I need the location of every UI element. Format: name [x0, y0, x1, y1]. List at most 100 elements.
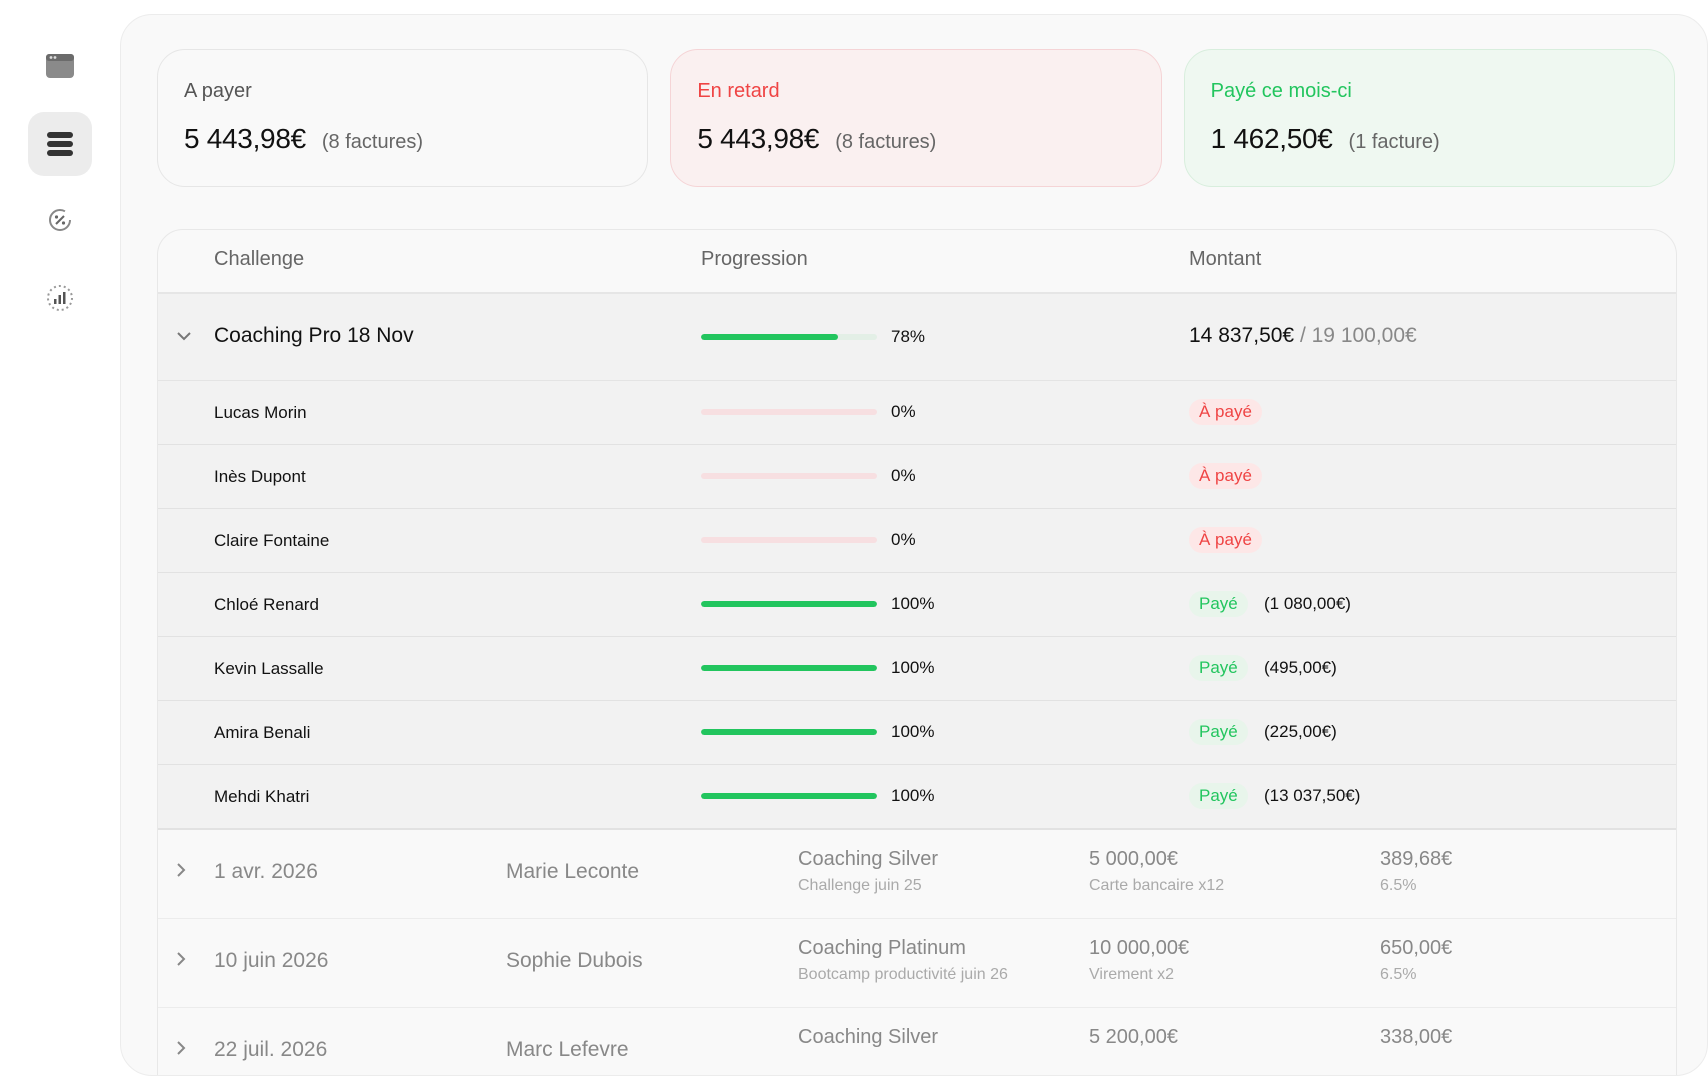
row-offer-name: Coaching Platinum	[798, 937, 966, 959]
window-icon	[46, 54, 74, 78]
paid-amount: 1 462,50€	[1210, 123, 1333, 154]
row-offer: Coaching Platinum Bootcamp productivité …	[798, 937, 1008, 984]
to-pay-label: A payer	[184, 80, 252, 102]
participant-name: Chloé Renard	[214, 595, 319, 614]
table-row[interactable]: 1 avr. 2026 Marie Leconte Coaching Silve…	[158, 830, 1676, 919]
row-payment-method: Carte bancaire x12	[1089, 877, 1225, 894]
row-client: Sophie Dubois	[506, 949, 643, 972]
row-fee-rate: 6.5%	[1380, 966, 1417, 983]
chevron-right-icon[interactable]	[176, 1040, 186, 1056]
nav-window-button[interactable]	[28, 34, 92, 98]
participant-percent: 100%	[891, 786, 935, 805]
chevron-down-icon[interactable]	[176, 331, 192, 341]
sidebar	[0, 0, 120, 1050]
main-panel: A payer 5 443,98€ (8 factures) En retard…	[120, 14, 1708, 1076]
row-client: Marc Lefevre	[506, 1038, 629, 1061]
row-date: 22 juil. 2026	[214, 1038, 328, 1061]
participant-percent: 100%	[891, 594, 935, 613]
paid-amount: (13 037,50€)	[1264, 786, 1361, 805]
late-count: (8 factures)	[835, 131, 937, 153]
group-percent: 78%	[891, 327, 926, 346]
group-amount-total: / 19 100,00€	[1299, 324, 1417, 347]
late-label: En retard	[697, 80, 780, 102]
row-fee: 338,00€	[1380, 1026, 1452, 1055]
participant-progress-bar	[701, 729, 877, 735]
late-card[interactable]: En retard 5 443,98€ (8 factures)	[670, 49, 1162, 187]
nav-list-button[interactable]	[28, 112, 92, 176]
table-row[interactable]: 22 juil. 2026 Marc Lefevre Coaching Silv…	[158, 1008, 1676, 1075]
row-offer-sub: Bootcamp productivité juin 26	[798, 966, 1008, 983]
to-pay-count: (8 factures)	[321, 131, 424, 153]
paid-count: (1 facture)	[1348, 131, 1440, 153]
participant-percent: 0%	[891, 530, 916, 549]
table-header: Challenge Progression Montant	[158, 230, 1676, 294]
participant-progress-bar	[701, 793, 877, 799]
nav-percent-button[interactable]	[28, 188, 92, 252]
row-fee-value: 389,68€	[1380, 848, 1453, 870]
paid-amount: (225,00€)	[1264, 722, 1337, 741]
status-badge: Payé	[1189, 591, 1248, 617]
nav-chart-button[interactable]	[28, 266, 92, 330]
row-price: 5 000,00€ Carte bancaire x12	[1089, 848, 1224, 895]
status-badge: À payé	[1189, 463, 1262, 489]
participant-name: Inès Dupont	[214, 467, 306, 486]
paid-label: Payé ce mois-ci	[1210, 80, 1352, 102]
participant-percent: 100%	[891, 658, 935, 677]
status-badge: Payé	[1189, 655, 1248, 681]
invoice-rows: 1 avr. 2026 Marie Leconte Coaching Silve…	[158, 830, 1676, 1075]
participant-percent: 100%	[891, 722, 935, 741]
paid-amount: (495,00€)	[1264, 658, 1337, 677]
participant-row[interactable]: Chloé Renard 100% Payé (1 080,00€)	[158, 573, 1676, 637]
table-row[interactable]: 10 juin 2026 Sophie Dubois Coaching Plat…	[158, 919, 1676, 1008]
group-amount-value: 14 837,50€	[1189, 324, 1295, 347]
row-price-value: 10 000,00€	[1089, 937, 1190, 959]
header-challenge[interactable]: Challenge	[214, 248, 304, 271]
chevron-right-icon[interactable]	[176, 862, 186, 878]
row-date: 10 juin 2026	[214, 949, 329, 972]
participant-name: Mehdi Khatri	[214, 787, 310, 806]
row-price: 5 200,00€	[1089, 1026, 1178, 1055]
list-icon	[47, 132, 73, 156]
participant-name: Lucas Morin	[214, 403, 307, 422]
row-price-value: 5 000,00€	[1089, 848, 1178, 870]
summary-cards: A payer 5 443,98€ (8 factures) En retard…	[157, 49, 1675, 187]
status-badge: À payé	[1189, 527, 1262, 553]
row-payment-method: Virement x2	[1089, 966, 1175, 983]
chart-icon	[47, 285, 73, 311]
participant-name: Kevin Lassalle	[214, 659, 324, 678]
participant-row[interactable]: Amira Benali 100% Payé (225,00€)	[158, 701, 1676, 765]
participant-progress-bar	[701, 409, 877, 415]
status-badge: Payé	[1189, 719, 1248, 745]
group-amount: 14 837,50€ / 19 100,00€	[1189, 324, 1417, 348]
status-badge: À payé	[1189, 399, 1262, 425]
participant-row[interactable]: Lucas Morin 0% À payé	[158, 381, 1676, 445]
group-row[interactable]: Coaching Pro 18 Nov 78% 14 837,50€ / 19 …	[158, 294, 1676, 381]
invoices-table: Challenge Progression Montant Coaching P…	[157, 229, 1677, 1075]
participant-progress-fill	[701, 601, 877, 607]
status-badge: Payé	[1189, 783, 1248, 809]
participant-progress-bar	[701, 665, 877, 671]
to-pay-amount: 5 443,98€	[184, 123, 306, 154]
row-offer: Coaching Silver Challenge juin 25	[798, 848, 938, 895]
participant-percent: 0%	[891, 402, 916, 421]
group-title: Coaching Pro 18 Nov	[214, 324, 414, 347]
participant-row[interactable]: Inès Dupont 0% À payé	[158, 445, 1676, 509]
participant-row[interactable]: Claire Fontaine 0% À payé	[158, 509, 1676, 573]
late-amount: 5 443,98€	[697, 123, 820, 154]
row-fee: 389,68€ 6.5%	[1380, 848, 1452, 895]
row-price: 10 000,00€ Virement x2	[1089, 937, 1189, 984]
chevron-right-icon[interactable]	[176, 951, 186, 967]
participant-progress-fill	[701, 665, 877, 671]
row-client: Marie Leconte	[506, 860, 640, 883]
header-progression[interactable]: Progression	[701, 248, 808, 271]
participant-progress-bar	[701, 601, 877, 607]
participant-name: Claire Fontaine	[214, 531, 330, 550]
paid-card[interactable]: Payé ce mois-ci 1 462,50€ (1 facture)	[1183, 49, 1675, 187]
to-pay-card[interactable]: A payer 5 443,98€ (8 factures)	[157, 49, 649, 187]
participant-name: Amira Benali	[214, 723, 311, 742]
participant-row[interactable]: Mehdi Khatri 100% Payé (13 037,50€)	[158, 765, 1676, 830]
participant-row[interactable]: Kevin Lassalle 100% Payé (495,00€)	[158, 637, 1676, 701]
row-fee-value: 650,00€	[1380, 937, 1453, 959]
header-amount[interactable]: Montant	[1189, 248, 1261, 271]
row-date: 1 avr. 2026	[214, 860, 318, 883]
